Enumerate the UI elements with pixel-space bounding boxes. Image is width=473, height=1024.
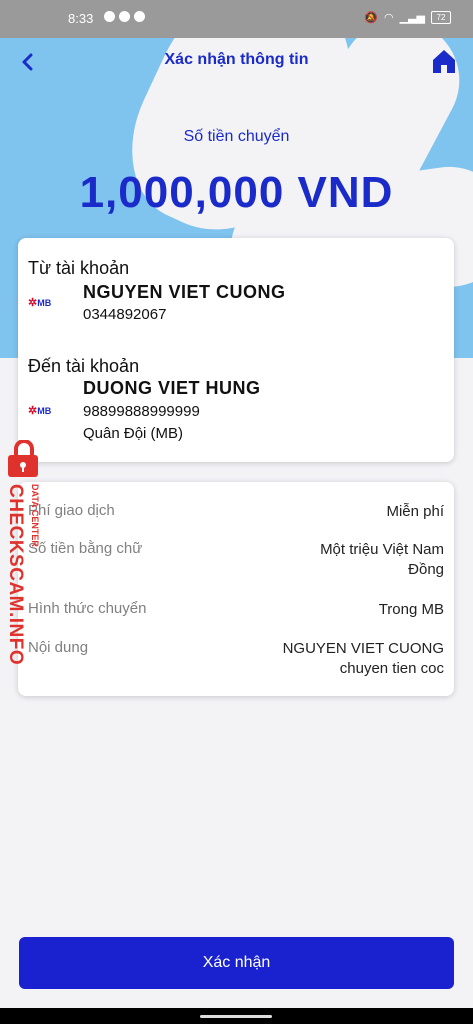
home-button[interactable] — [429, 46, 459, 76]
page-title: Xác nhận thông tin — [164, 51, 309, 68]
to-account-name: DUONG VIET HUNG — [83, 378, 261, 398]
home-icon — [433, 50, 455, 73]
amount-label: Số tiền chuyển — [183, 128, 290, 145]
detail-value: Một triệu Việt Nam Đồng — [320, 541, 444, 578]
mb-bank-logo: ✲MB — [28, 297, 52, 309]
battery-icon: 72 — [431, 11, 451, 24]
detail-value: Trong MB — [378, 601, 444, 618]
confirm-button[interactable]: Xác nhận — [19, 937, 454, 989]
amount-value: 1,000,000 VND — [79, 168, 394, 217]
from-account-label: Từ tài khoản — [28, 258, 130, 278]
top-bar: Xác nhận thông tin — [0, 38, 473, 84]
detail-value: Miễn phí — [386, 503, 444, 520]
watermark-main-text: CHECKSCAM.INFO — [5, 484, 26, 666]
from-account-number: 0344892067 — [83, 306, 167, 323]
watermark: CHECKSCAM.INFO DATA CENTER — [0, 440, 50, 670]
watermark-sub-text: DATA CENTER — [30, 484, 40, 547]
mb-bank-logo: ✲MB — [28, 405, 52, 417]
status-time: 8:33 — [68, 11, 94, 26]
cloud-icon — [119, 11, 130, 22]
lock-icon — [8, 440, 38, 477]
to-account-label: Đến tài khoản — [28, 356, 140, 376]
signal-icon: ▁▃▅ — [399, 12, 425, 24]
notification-icons — [104, 11, 145, 22]
gesture-nav-bar — [0, 1008, 473, 1024]
system-icons: 🔕 ◠ ▁▃▅ 72 — [364, 11, 451, 24]
details-card: Phí giao dịch Miễn phí Số tiền bằng chữ … — [18, 482, 454, 696]
status-bar: 8:33 🔕 ◠ ▁▃▅ 72 — [0, 0, 473, 38]
to-account-number: 98899888999999 — [83, 403, 200, 420]
home-indicator[interactable] — [200, 1015, 272, 1018]
message-icon — [104, 11, 115, 22]
detail-value: NGUYEN VIET CUONG chuyen tien coc — [282, 640, 444, 677]
app-notification-icon — [134, 11, 145, 22]
mute-icon: 🔕 — [364, 12, 378, 24]
account-card: Từ tài khoản ✲MB NGUYEN VIET CUONG 03448… — [18, 238, 454, 462]
wifi-icon: ◠ — [384, 12, 394, 24]
to-bank-name: Quân Đội (MB) — [83, 425, 184, 442]
from-account-name: NGUYEN VIET CUONG — [83, 282, 286, 302]
